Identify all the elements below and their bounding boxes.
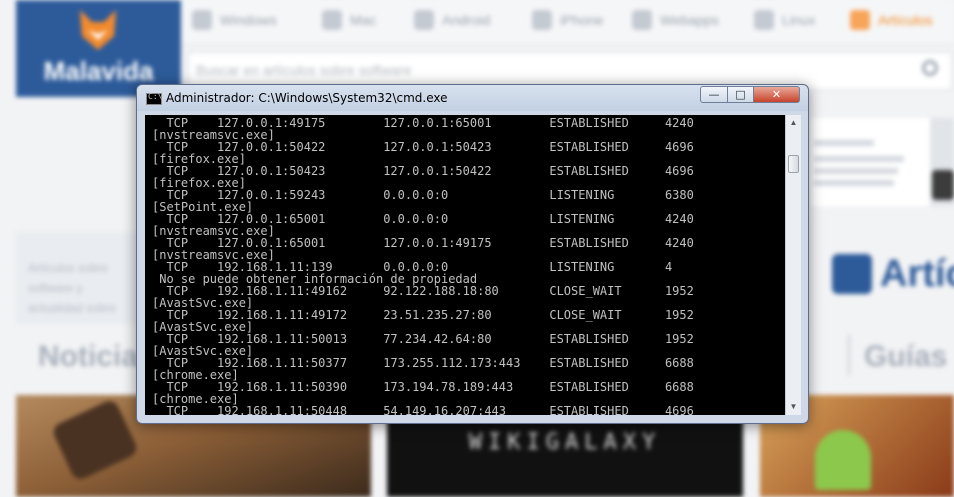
nav-windows[interactable]: Windows xyxy=(192,10,277,30)
minimize-button[interactable]: — xyxy=(700,86,728,103)
articles-icon xyxy=(850,10,870,30)
maximize-button[interactable]: □ xyxy=(727,86,754,103)
articles-heading-icon xyxy=(832,254,872,294)
nav-linux[interactable]: Linux xyxy=(754,10,815,30)
nav-android[interactable]: Android xyxy=(414,10,490,30)
scroll-down-button[interactable]: ▼ xyxy=(786,399,801,415)
articles-heading: Artíc xyxy=(880,253,954,295)
logo-text: Malavida xyxy=(43,56,154,86)
ad-text-line xyxy=(814,180,894,186)
ad-text-line xyxy=(814,168,898,174)
nav-articulos[interactable]: Artículos xyxy=(850,10,932,30)
console-output[interactable]: TCP 127.0.0.1:49175 127.0.0.1:65001 ESTA… xyxy=(145,115,785,415)
windows-icon xyxy=(192,10,212,30)
search-icon[interactable] xyxy=(922,60,938,76)
android-robot-image xyxy=(815,430,871,490)
console-line: TCP 127.0.0.1:50422 127.0.0.1:50423 ESTA… xyxy=(152,140,694,154)
side-image-object xyxy=(932,170,954,200)
site-logo[interactable]: Malavida xyxy=(16,0,181,97)
tab-divider xyxy=(848,335,850,375)
apple-icon xyxy=(322,10,342,30)
linux-icon xyxy=(754,10,774,30)
console-text: TCP 127.0.0.1:49175 127.0.0.1:65001 ESTA… xyxy=(145,115,785,415)
cmd-icon[interactable]: C:\ xyxy=(146,92,162,105)
console-line: TCP 192.168.1.11:50448 54.149.16.207:443… xyxy=(152,404,694,415)
search-placeholder: Buscar en artículos sobre software xyxy=(196,62,412,78)
fox-logo-icon xyxy=(80,10,116,50)
side-ad-box xyxy=(810,118,930,206)
nav-mac[interactable]: Mac xyxy=(322,10,376,30)
intro-text: Artículos sobre software y actualidad so… xyxy=(28,261,117,315)
ad-text-line xyxy=(814,140,874,146)
ad-text-line xyxy=(814,156,904,162)
scroll-thumb[interactable] xyxy=(788,155,799,173)
nav-iphone[interactable]: iPhone xyxy=(532,10,604,30)
vertical-scrollbar[interactable]: ▲ ▼ xyxy=(785,115,801,415)
window-title: Administrador: C:\Windows\System32\cmd.e… xyxy=(166,91,448,105)
close-button[interactable]: ✕ xyxy=(753,86,800,103)
scroll-up-button[interactable]: ▲ xyxy=(786,115,801,131)
wikigalaxy-text: WIKIGALAXY xyxy=(468,430,662,455)
title-bar[interactable]: C:\ Administrador: C:\Windows\System32\c… xyxy=(137,85,808,111)
guias-tab[interactable]: Guías xyxy=(864,340,947,374)
cloud-icon xyxy=(632,10,652,30)
console-line: TCP 192.168.1.11:50377 173.255.112.173:4… xyxy=(152,356,694,370)
android-icon xyxy=(414,10,434,30)
iphone-icon xyxy=(532,10,552,30)
nav-webapps[interactable]: Webapps xyxy=(632,10,719,30)
cmd-window[interactable]: C:\ Administrador: C:\Windows\System32\c… xyxy=(136,84,809,424)
console-line: TCP 192.168.1.11:50390 173.194.78.189:44… xyxy=(152,380,694,394)
console-line: TCP 127.0.0.1:50423 127.0.0.1:50422 ESTA… xyxy=(152,164,694,178)
